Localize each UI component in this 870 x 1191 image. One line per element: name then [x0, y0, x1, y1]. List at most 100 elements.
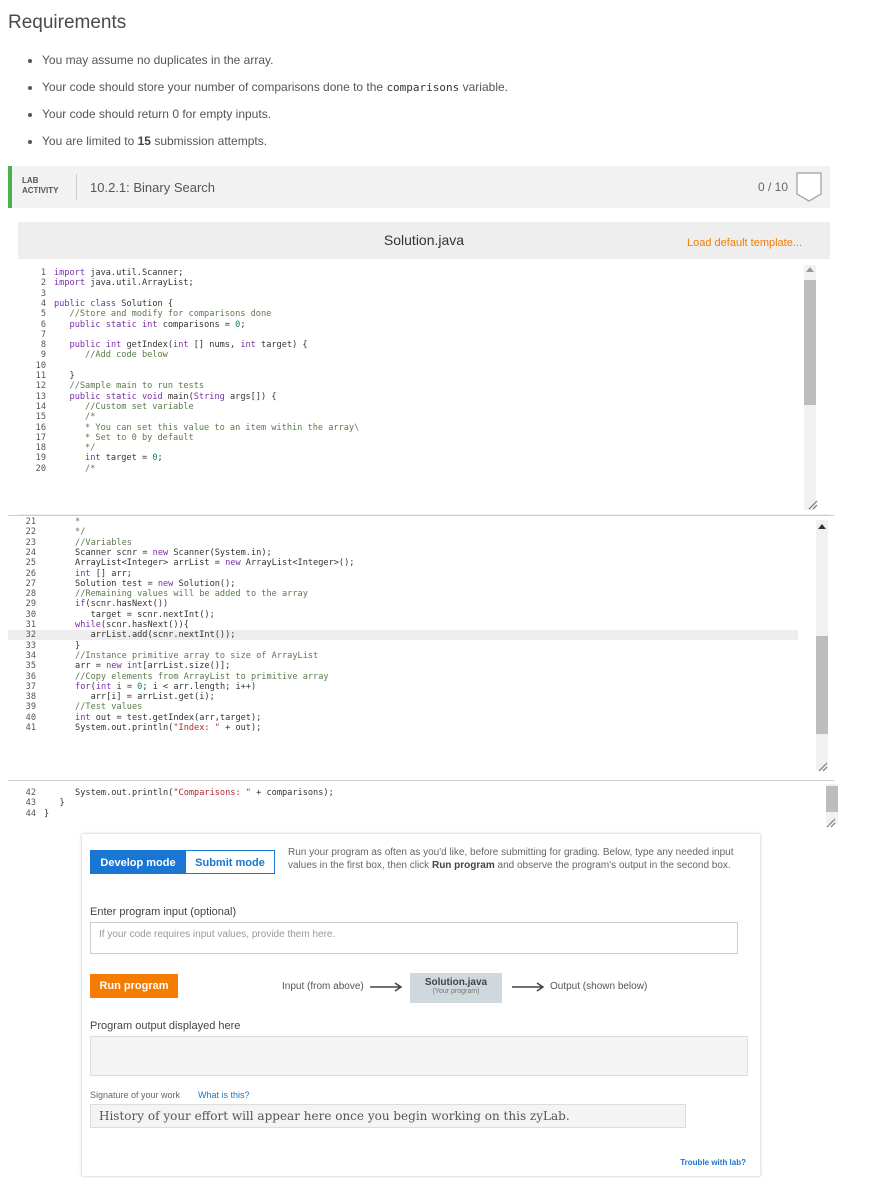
- code-line-22[interactable]: 22 */: [8, 527, 798, 537]
- code-line-15[interactable]: 15 /*: [18, 412, 808, 422]
- code-line-3[interactable]: 3: [18, 289, 808, 299]
- code-text: public static int comparisons = 0;: [69, 319, 246, 330]
- code-line-39[interactable]: 39 //Test values: [8, 702, 798, 712]
- run-program-button[interactable]: Run program: [90, 974, 178, 998]
- arrow-right-icon: [370, 982, 403, 992]
- lab-activity-header: LAB ACTIVITY 10.2.1: Binary Search 0 / 1…: [8, 166, 830, 208]
- input-label: Enter program input (optional): [90, 906, 237, 918]
- code-line-17[interactable]: 17 * Set to 0 by default: [18, 433, 808, 443]
- line-number: 11: [35, 371, 46, 381]
- code-line-43[interactable]: 43 }: [8, 798, 798, 808]
- code-text: * You can set this value to an item with…: [54, 422, 360, 433]
- code-line-42[interactable]: 42 System.out.println("Comparisons: " + …: [8, 788, 798, 798]
- code-line-20[interactable]: 20 /*: [18, 464, 808, 474]
- code-text: arrList.add(scnr.nextInt());: [44, 630, 236, 641]
- signature-history-box: History of your effort will appear here …: [90, 1104, 686, 1128]
- trouble-with-lab-link[interactable]: Trouble with lab?: [680, 1158, 746, 1167]
- code-line-34[interactable]: 34 //Instance primitive array to size of…: [8, 651, 798, 661]
- line-number: 21: [25, 517, 36, 527]
- code-text: //Custom set variable: [85, 401, 194, 412]
- code-text: arr = new int[arrList.size()];: [44, 661, 231, 672]
- code-line-1[interactable]: 1 import java.util.Scanner;: [18, 268, 808, 278]
- code-line-19[interactable]: 19 int target = 0;: [18, 453, 808, 463]
- code-line-16[interactable]: 16 * You can set this value to an item w…: [18, 423, 808, 433]
- code-line-13[interactable]: 13 public static void main(String args[]…: [18, 392, 808, 402]
- flow-output-label: Output (shown below): [550, 981, 648, 992]
- code-line-9[interactable]: 9 //Add code below: [18, 350, 808, 360]
- develop-mode-button[interactable]: Develop mode: [90, 850, 186, 874]
- editor-scrollbar-2[interactable]: [816, 520, 828, 770]
- divider: [76, 174, 77, 200]
- line-number: 20: [35, 463, 46, 474]
- list-item: Your code should return 0 for empty inpu…: [42, 104, 508, 131]
- code-line-41[interactable]: 41 System.out.println("Index: " + out);: [8, 723, 798, 733]
- resize-handle-icon[interactable]: [808, 500, 818, 510]
- code-line-28[interactable]: 28 //Remaining values will be added to t…: [8, 589, 798, 599]
- code-line-25[interactable]: 25 ArrayList<Integer> arrList = new Arra…: [8, 558, 798, 568]
- program-output-box: [90, 1036, 748, 1076]
- load-default-template-link[interactable]: Load default template...: [687, 237, 802, 249]
- code-line-38[interactable]: 38 arr[i] = arrList.get(i);: [8, 692, 798, 702]
- code-line-7[interactable]: 7: [18, 330, 808, 340]
- code-line-44[interactable]: 44}: [8, 809, 798, 819]
- code-line-27[interactable]: 27 Solution test = new Solution();: [8, 579, 798, 589]
- code-line-32[interactable]: 32 arrList.add(scnr.nextInt());: [8, 630, 798, 641]
- requirements-list: You may assume no duplicates in the arra…: [22, 50, 508, 158]
- code-line-18[interactable]: 18 */: [18, 443, 808, 453]
- code-line-37[interactable]: 37 for(int i = 0; i < arr.length; i++): [8, 682, 798, 692]
- code-line-2[interactable]: 2 import java.util.ArrayList;: [18, 278, 808, 288]
- submit-mode-button[interactable]: Submit mode: [185, 850, 275, 874]
- code-line-8[interactable]: 8 public int getIndex(int [] nums, int t…: [18, 340, 808, 350]
- code-line-33[interactable]: 33 }: [8, 641, 798, 651]
- line-number: 24: [25, 547, 36, 558]
- code-line-31[interactable]: 31 while(scnr.hasNext()){: [8, 620, 798, 630]
- code-line-21[interactable]: 21 *: [8, 517, 798, 527]
- code-text: //Copy elements from ArrayList to primit…: [75, 671, 329, 682]
- code-line-35[interactable]: 35 arr = new int[arrList.size()];: [8, 661, 798, 671]
- code-text: }: [44, 808, 50, 819]
- code-line-40[interactable]: 40 int out = test.getIndex(arr,target);: [8, 713, 798, 723]
- solution-program-box: Solution.java (Your program): [410, 973, 502, 1003]
- code-text: for(int i = 0; i < arr.length; i++): [75, 681, 257, 692]
- code-line-4[interactable]: 4 public class Solution {: [18, 299, 808, 309]
- code-editor-scrolled[interactable]: 21 * 22 */23 //Variables 24 Scanner scnr =…: [8, 515, 834, 778]
- code-line-36[interactable]: 36 //Copy elements from ArrayList to pri…: [8, 672, 798, 682]
- resize-handle-icon[interactable]: [818, 762, 828, 772]
- list-item: You may assume no duplicates in the arra…: [42, 50, 508, 77]
- line-number: 27: [25, 578, 36, 589]
- code-line-30[interactable]: 30 target = scnr.nextInt();: [8, 610, 798, 620]
- resize-handle-icon[interactable]: [826, 818, 836, 828]
- code-line-26[interactable]: 26 int [] arr;: [8, 569, 798, 579]
- code-text: }: [44, 798, 65, 809]
- code-line-6[interactable]: 6 public static int comparisons = 0;: [18, 320, 808, 330]
- line-number: 1: [40, 268, 46, 278]
- code-line-11[interactable]: 11 }: [18, 371, 808, 381]
- editor-scrollbar[interactable]: [804, 265, 816, 510]
- list-item: You are limited to 15 submission attempt…: [42, 131, 508, 158]
- scroll-up-icon[interactable]: [818, 524, 826, 529]
- scroll-up-icon[interactable]: [806, 267, 814, 272]
- code-line-23[interactable]: 23 //Variables: [8, 538, 798, 548]
- code-line-12[interactable]: 12 //Sample main to run tests: [18, 381, 808, 391]
- code-line-29[interactable]: 29 if(scnr.hasNext()): [8, 599, 798, 609]
- scroll-thumb[interactable]: [826, 786, 838, 812]
- code-line-10[interactable]: 10: [18, 361, 808, 371]
- code-editor-bottom[interactable]: 42 System.out.println("Comparisons: " + …: [8, 780, 834, 831]
- line-number: 29: [25, 599, 36, 610]
- line-number: 7: [40, 329, 46, 340]
- line-number: 28: [25, 589, 36, 600]
- scroll-thumb[interactable]: [816, 636, 828, 734]
- what-is-this-link[interactable]: What is this?: [198, 1090, 250, 1100]
- code-text: System.out.println("Index: " + out);: [44, 723, 262, 733]
- code-line-24[interactable]: 24 Scanner scnr = new Scanner(System.in)…: [8, 548, 798, 558]
- line-number: 8: [40, 340, 46, 351]
- code-text: int [] arr;: [75, 568, 132, 579]
- program-input-field[interactable]: If your code requires input values, prov…: [90, 922, 738, 954]
- code-line-5[interactable]: 5 //Store and modify for comparisons don…: [18, 309, 808, 319]
- line-number: 32: [25, 630, 36, 641]
- line-number: 17: [35, 432, 46, 443]
- code-editor[interactable]: 1 import java.util.Scanner; 2 import java.u…: [18, 259, 830, 514]
- line-number: 42: [25, 788, 36, 798]
- scroll-thumb[interactable]: [804, 280, 816, 405]
- code-line-14[interactable]: 14 //Custom set variable: [18, 402, 808, 412]
